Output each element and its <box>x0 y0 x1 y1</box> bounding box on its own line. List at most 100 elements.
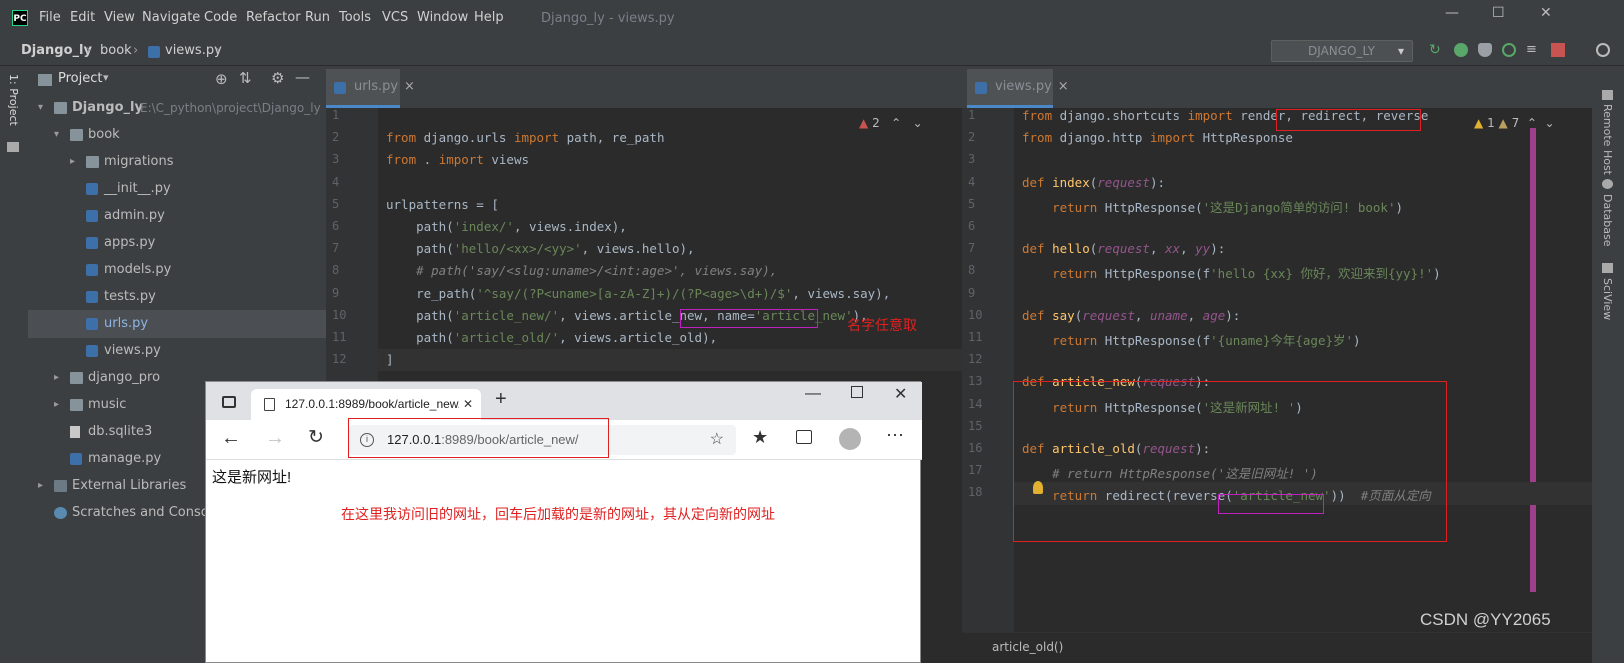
inspection-widget[interactable]: ▲ 1 ▲ 7 ⌃ ⌄ <box>1474 116 1555 130</box>
menu-file[interactable]: File <box>39 10 61 25</box>
tree-item[interactable]: ▾ Django_ly E:\C_python\project\Django_ly <box>28 94 326 122</box>
close-icon[interactable]: ✕ <box>1540 5 1552 21</box>
line-number: 4 <box>332 174 340 189</box>
chevron-right-icon[interactable]: ▸ <box>54 391 59 419</box>
tree-item[interactable]: ▾ book <box>28 121 326 149</box>
menu-code[interactable]: Code <box>204 10 237 25</box>
lightbulb-icon[interactable] <box>1033 481 1043 494</box>
debug-icon[interactable] <box>1454 43 1468 57</box>
code-line[interactable]: # path('say/<slug:uname>/<int:age>', vie… <box>386 263 777 278</box>
more-icon[interactable]: ⋯ <box>886 425 904 446</box>
code-line[interactable]: path('article_old/', views.article_old), <box>386 330 717 345</box>
tree-item[interactable]: __init__.py <box>28 175 326 203</box>
close-icon[interactable]: ✕ <box>894 384 907 404</box>
close-tab-icon[interactable]: × <box>1058 79 1069 94</box>
code-line[interactable]: ] <box>386 352 394 367</box>
remote-host-tool-button[interactable]: Remote Host <box>1601 104 1614 175</box>
collapse-all-icon[interactable]: ⇅ <box>239 69 252 87</box>
favorites-icon[interactable]: ★ <box>752 427 768 448</box>
collections-icon[interactable] <box>796 430 812 444</box>
browser-tab[interactable]: 127.0.0.1:8989/book/article_new/ ✕ <box>251 389 481 420</box>
inspection-widget[interactable]: ▲ 2 ⌃ ⌄ <box>859 116 923 130</box>
tree-item[interactable]: ▸ migrations <box>28 148 326 176</box>
chevron-down-icon[interactable]: ▾ <box>54 121 59 149</box>
sciview-tool-button[interactable]: SciView <box>1601 278 1614 320</box>
menu-edit[interactable]: Edit <box>70 10 95 25</box>
tree-item[interactable]: tests.py <box>28 283 326 311</box>
code-line[interactable]: def say(request, uname, age): <box>1022 308 1240 323</box>
menu-run[interactable]: Run <box>305 10 330 25</box>
locate-icon[interactable]: ⊕ <box>215 70 228 88</box>
code-line[interactable]: from django.http import HttpResponse <box>1022 130 1293 145</box>
line-number: 2 <box>968 130 976 145</box>
editor-tab-row: urls.py × <box>326 66 962 108</box>
rerun-icon[interactable]: ↻ <box>1429 43 1443 57</box>
close-tab-icon[interactable]: ✕ <box>458 389 473 420</box>
chevron-right-icon[interactable]: ▸ <box>70 148 75 176</box>
code-line[interactable]: return HttpResponse(f'hello {xx} 你好，欢迎来到… <box>1022 263 1441 282</box>
profile-icon[interactable] <box>1502 43 1516 57</box>
tab-views-py[interactable]: views.py × <box>967 69 1069 108</box>
project-tool-button[interactable]: 1: Project <box>7 74 20 134</box>
tree-item[interactable]: urls.py <box>28 310 326 338</box>
tree-item[interactable]: admin.py <box>28 202 326 230</box>
line-number: 11 <box>332 330 347 344</box>
project-panel-title[interactable]: Project <box>58 71 102 86</box>
code-line[interactable]: def index(request): <box>1022 175 1165 190</box>
code-line[interactable]: path('index/', views.index), <box>386 219 627 234</box>
tree-item[interactable]: views.py <box>28 337 326 365</box>
avatar[interactable] <box>839 428 861 450</box>
menu-help[interactable]: Help <box>474 10 504 25</box>
menu-navigate[interactable]: Navigate <box>142 10 200 25</box>
tree-item[interactable]: models.py <box>28 256 326 284</box>
menu-view[interactable]: View <box>104 10 135 25</box>
menu-refactor[interactable]: Refactor <box>246 10 301 25</box>
back-icon[interactable]: ← <box>221 427 241 450</box>
gear-icon[interactable]: ⚙ <box>271 69 284 87</box>
database-tool-button[interactable]: Database <box>1601 194 1614 247</box>
code-line[interactable]: return HttpResponse('这是Django简单的访问! book… <box>1022 197 1403 216</box>
menu-vcs[interactable]: VCS <box>382 10 408 25</box>
run-config-select[interactable]: DJANGO_LY ▾ <box>1271 40 1413 62</box>
concurrency-icon[interactable]: ≡ <box>1526 43 1540 57</box>
code-line[interactable]: from django.urls import path, re_path <box>386 130 664 145</box>
minimize-icon[interactable]: — <box>805 385 821 403</box>
forward-icon[interactable]: → <box>265 427 285 450</box>
maximize-icon[interactable]: ☐ <box>1492 5 1505 21</box>
function-breadcrumb[interactable]: article_old() <box>992 640 1063 654</box>
minimize-icon[interactable]: — <box>1445 5 1459 21</box>
breadcrumb-file[interactable]: views.py <box>165 43 222 58</box>
breadcrumb-folder[interactable]: book <box>100 43 132 58</box>
menu-tools[interactable]: Tools <box>339 10 371 25</box>
new-tab-icon[interactable]: + <box>495 388 507 411</box>
refresh-icon[interactable]: ↻ <box>308 426 324 449</box>
code-line[interactable]: def hello(request, xx, yy): <box>1022 241 1225 256</box>
stop-icon[interactable] <box>1551 43 1565 57</box>
line-number: 13 <box>968 374 983 389</box>
maximize-icon[interactable] <box>851 386 863 398</box>
coverage-icon[interactable] <box>1478 43 1492 57</box>
code-line[interactable]: return HttpResponse(f'{uname}今年{age}岁') <box>1022 330 1360 349</box>
tree-item[interactable]: apps.py <box>28 229 326 257</box>
chevron-down-icon[interactable]: ▾ <box>38 94 43 122</box>
code-line[interactable]: re_path('^say/(?P<uname>[a-zA-Z]+)/(?P<a… <box>386 286 890 301</box>
code-line[interactable]: path('hello/<xx>/<yy>', views.hello), <box>386 241 694 256</box>
right-tool-strip: Remote Host Database SciView <box>1592 66 1624 663</box>
project-panel-header: Project ▾ ⊕ ⇅ ⚙ — <box>28 66 326 94</box>
line-number: 2 <box>332 130 340 145</box>
tab-urls-py[interactable]: urls.py × <box>326 69 415 108</box>
chevron-down-icon[interactable]: ▾ <box>103 71 109 84</box>
code-line[interactable]: from . import views <box>386 152 529 167</box>
hide-icon[interactable]: — <box>295 68 310 86</box>
search-everywhere-icon[interactable] <box>1596 43 1610 57</box>
close-tab-icon[interactable]: × <box>404 79 415 94</box>
tab-actions-icon[interactable] <box>222 396 236 408</box>
code-line[interactable]: urlpatterns = [ <box>386 197 499 212</box>
breadcrumb-project[interactable]: Django_ly <box>21 43 92 58</box>
scrollbar-marker[interactable] <box>1530 128 1536 592</box>
favorite-add-icon[interactable]: ☆ <box>710 425 724 455</box>
chevron-right-icon[interactable]: ▸ <box>54 364 59 392</box>
line-number: 14 <box>968 396 983 411</box>
menu-window[interactable]: Window <box>417 10 468 25</box>
chevron-right-icon[interactable]: ▸ <box>38 472 43 500</box>
